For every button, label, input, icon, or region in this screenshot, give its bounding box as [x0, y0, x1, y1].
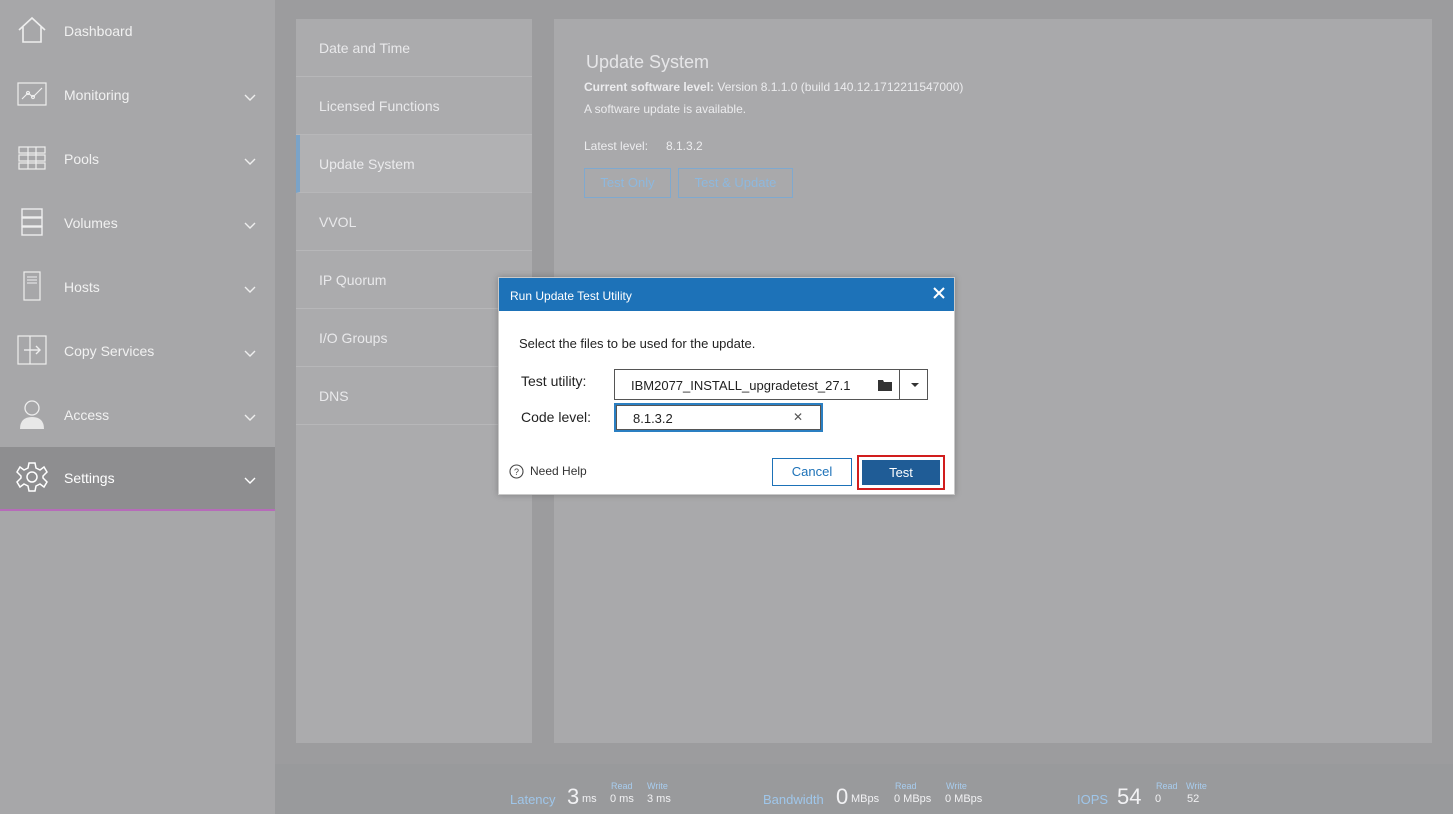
- subnav-label: Licensed Functions: [319, 98, 440, 114]
- close-icon[interactable]: [931, 285, 947, 301]
- volumes-icon: [21, 208, 43, 236]
- nav-label: Copy Services: [64, 343, 155, 359]
- latency-read-value: 0 ms: [610, 793, 634, 805]
- nav-item-hosts[interactable]: Hosts: [0, 256, 275, 320]
- iops-write-label: Write: [1186, 781, 1207, 791]
- latest-level-label: Latest level:: [584, 139, 649, 153]
- test-only-button[interactable]: Test Only: [584, 168, 671, 198]
- dialog-title: Run Update Test Utility: [510, 289, 632, 303]
- chevron-down-icon: [244, 350, 256, 357]
- test-utility-label: Test utility:: [521, 373, 587, 389]
- nav-label: Pools: [64, 151, 100, 167]
- latest-level-value: 8.1.3.2: [666, 139, 703, 153]
- test-and-update-button[interactable]: Test & Update: [678, 168, 793, 198]
- hosts-icon: [23, 271, 41, 301]
- code-level-input[interactable]: 8.1.3.2 ✕: [614, 403, 823, 432]
- current-level-label: Current software level:: [584, 80, 715, 94]
- bandwidth-write-value: 0 MBps: [945, 793, 983, 805]
- nav-label: Volumes: [64, 215, 118, 231]
- test-utility-value: IBM2077_INSTALL_upgradetest_27.1: [631, 378, 851, 393]
- subnav-label: I/O Groups: [319, 330, 388, 346]
- iops-write-value: 52: [1187, 793, 1200, 805]
- latency-label: Latency: [510, 792, 556, 807]
- latency-write-value: 3 ms: [647, 793, 671, 805]
- current-software-level: Current software level: Version 8.1.1.0 …: [584, 80, 963, 94]
- copy-services-icon: [17, 335, 47, 365]
- current-level-value: Version 8.1.1.0 (build 140.12.1712211547…: [714, 80, 964, 94]
- subnav-item-licensed-functions[interactable]: Licensed Functions: [296, 77, 532, 135]
- subnav-label: DNS: [319, 388, 349, 404]
- cancel-button[interactable]: Cancel: [772, 458, 852, 486]
- subnav-label: Date and Time: [319, 40, 411, 56]
- subnav-item-io-groups[interactable]: I/O Groups: [296, 309, 532, 367]
- chevron-down-icon: [244, 94, 256, 101]
- bandwidth-read-value: 0 MBps: [894, 793, 932, 805]
- settings-subnav: Date and Time Licensed Functions Update …: [296, 19, 532, 743]
- iops-label: IOPS: [1077, 792, 1109, 807]
- chevron-down-icon: [244, 158, 256, 165]
- subnav-item-dns[interactable]: DNS: [296, 367, 532, 425]
- bandwidth-write-label: Write: [946, 781, 967, 791]
- nav-item-dashboard[interactable]: Dashboard: [0, 0, 275, 64]
- access-icon: [20, 400, 44, 429]
- code-level-value: 8.1.3.2: [633, 411, 673, 426]
- latency-unit: ms: [582, 793, 597, 805]
- bandwidth-value: 0: [836, 784, 849, 809]
- nav-item-pools[interactable]: Pools: [0, 128, 275, 192]
- nav-label: Hosts: [64, 279, 100, 295]
- dialog-instructions: Select the files to be used for the upda…: [519, 336, 756, 351]
- home-icon: [18, 16, 46, 43]
- test-button[interactable]: Test: [862, 460, 940, 485]
- chevron-down-icon: [244, 286, 256, 293]
- folder-icon[interactable]: [878, 379, 892, 391]
- dialog-header: Run Update Test Utility: [499, 278, 954, 311]
- code-level-label: Code level:: [521, 409, 592, 425]
- nav-item-access[interactable]: Access: [0, 384, 275, 448]
- chevron-down-icon: [244, 477, 256, 484]
- test-utility-field[interactable]: IBM2077_INSTALL_upgradetest_27.1: [614, 369, 928, 400]
- nav-item-settings[interactable]: Settings: [0, 447, 275, 511]
- performance-footer: Latency 3 ms Read 0 ms Write 3 ms Bandwi…: [275, 764, 1453, 814]
- subnav-label: Update System: [319, 156, 415, 172]
- help-icon[interactable]: ?: [509, 464, 524, 479]
- settings-gear-icon: [16, 462, 48, 492]
- svg-text:?: ?: [514, 467, 519, 477]
- need-help-link[interactable]: Need Help: [530, 464, 587, 478]
- nav-label: Monitoring: [64, 87, 130, 103]
- chevron-down-icon: [244, 222, 256, 229]
- iops-read-value: 0: [1155, 793, 1162, 805]
- iops-read-label: Read: [1156, 781, 1178, 791]
- nav-label: Dashboard: [64, 23, 133, 39]
- run-update-test-utility-dialog: Run Update Test Utility Select the files…: [498, 277, 955, 495]
- latency-value: 3: [567, 784, 580, 809]
- clear-icon[interactable]: ✕: [793, 410, 803, 424]
- iops-value: 54: [1117, 784, 1142, 809]
- bandwidth-unit: MBps: [851, 793, 880, 805]
- nav-item-volumes[interactable]: Volumes: [0, 192, 275, 256]
- test-utility-dropdown-button[interactable]: [899, 369, 929, 400]
- latency-write-label: Write: [647, 781, 668, 791]
- subnav-item-vvol[interactable]: VVOL: [296, 193, 532, 251]
- subnav-item-date-time[interactable]: Date and Time: [296, 19, 532, 77]
- chevron-down-icon: [244, 414, 256, 421]
- sidebar-nav: Dashboard Monitoring Pools Volumes Hosts…: [0, 0, 275, 814]
- pools-icon: [18, 146, 46, 170]
- subnav-label: IP Quorum: [319, 272, 387, 288]
- monitoring-icon: [17, 82, 47, 106]
- bandwidth-label: Bandwidth: [763, 792, 824, 807]
- subnav-item-ip-quorum[interactable]: IP Quorum: [296, 251, 532, 309]
- page-title: Update System: [586, 52, 710, 72]
- subnav-label: VVOL: [319, 214, 357, 230]
- latency-read-label: Read: [611, 781, 633, 791]
- bandwidth-read-label: Read: [895, 781, 917, 791]
- nav-label: Access: [64, 407, 110, 423]
- update-available-text: A software update is available.: [584, 102, 747, 116]
- caret-down-icon: [911, 383, 919, 387]
- test-button-highlight: Test: [857, 455, 945, 490]
- subnav-item-update-system[interactable]: Update System: [296, 135, 532, 193]
- nav-item-copy-services[interactable]: Copy Services: [0, 320, 275, 384]
- nav-item-monitoring[interactable]: Monitoring: [0, 64, 275, 128]
- nav-label: Settings: [64, 470, 115, 486]
